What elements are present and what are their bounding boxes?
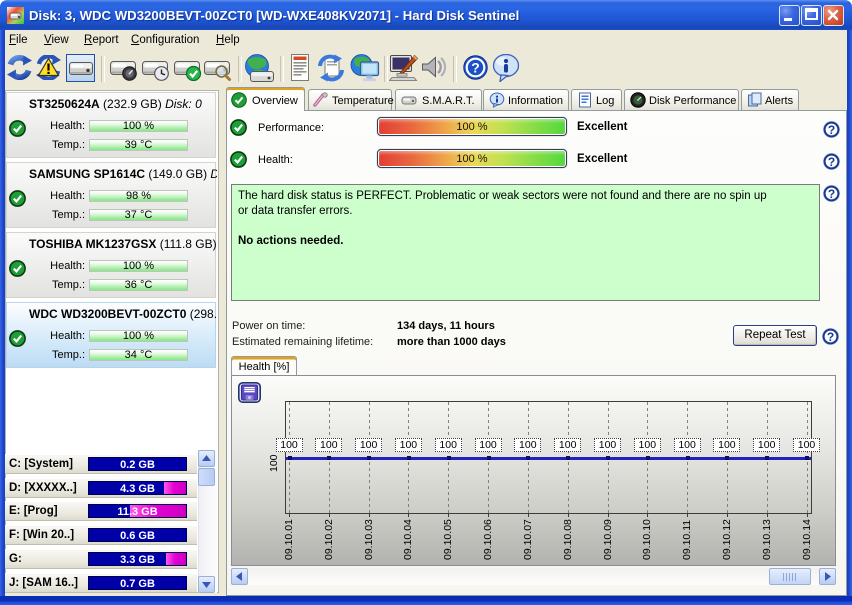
- svg-text:?: ?: [828, 187, 835, 201]
- svg-text:?: ?: [471, 60, 480, 76]
- svg-text:?: ?: [828, 123, 835, 137]
- svg-text:?: ?: [827, 330, 834, 344]
- svg-text:?: ?: [828, 155, 835, 169]
